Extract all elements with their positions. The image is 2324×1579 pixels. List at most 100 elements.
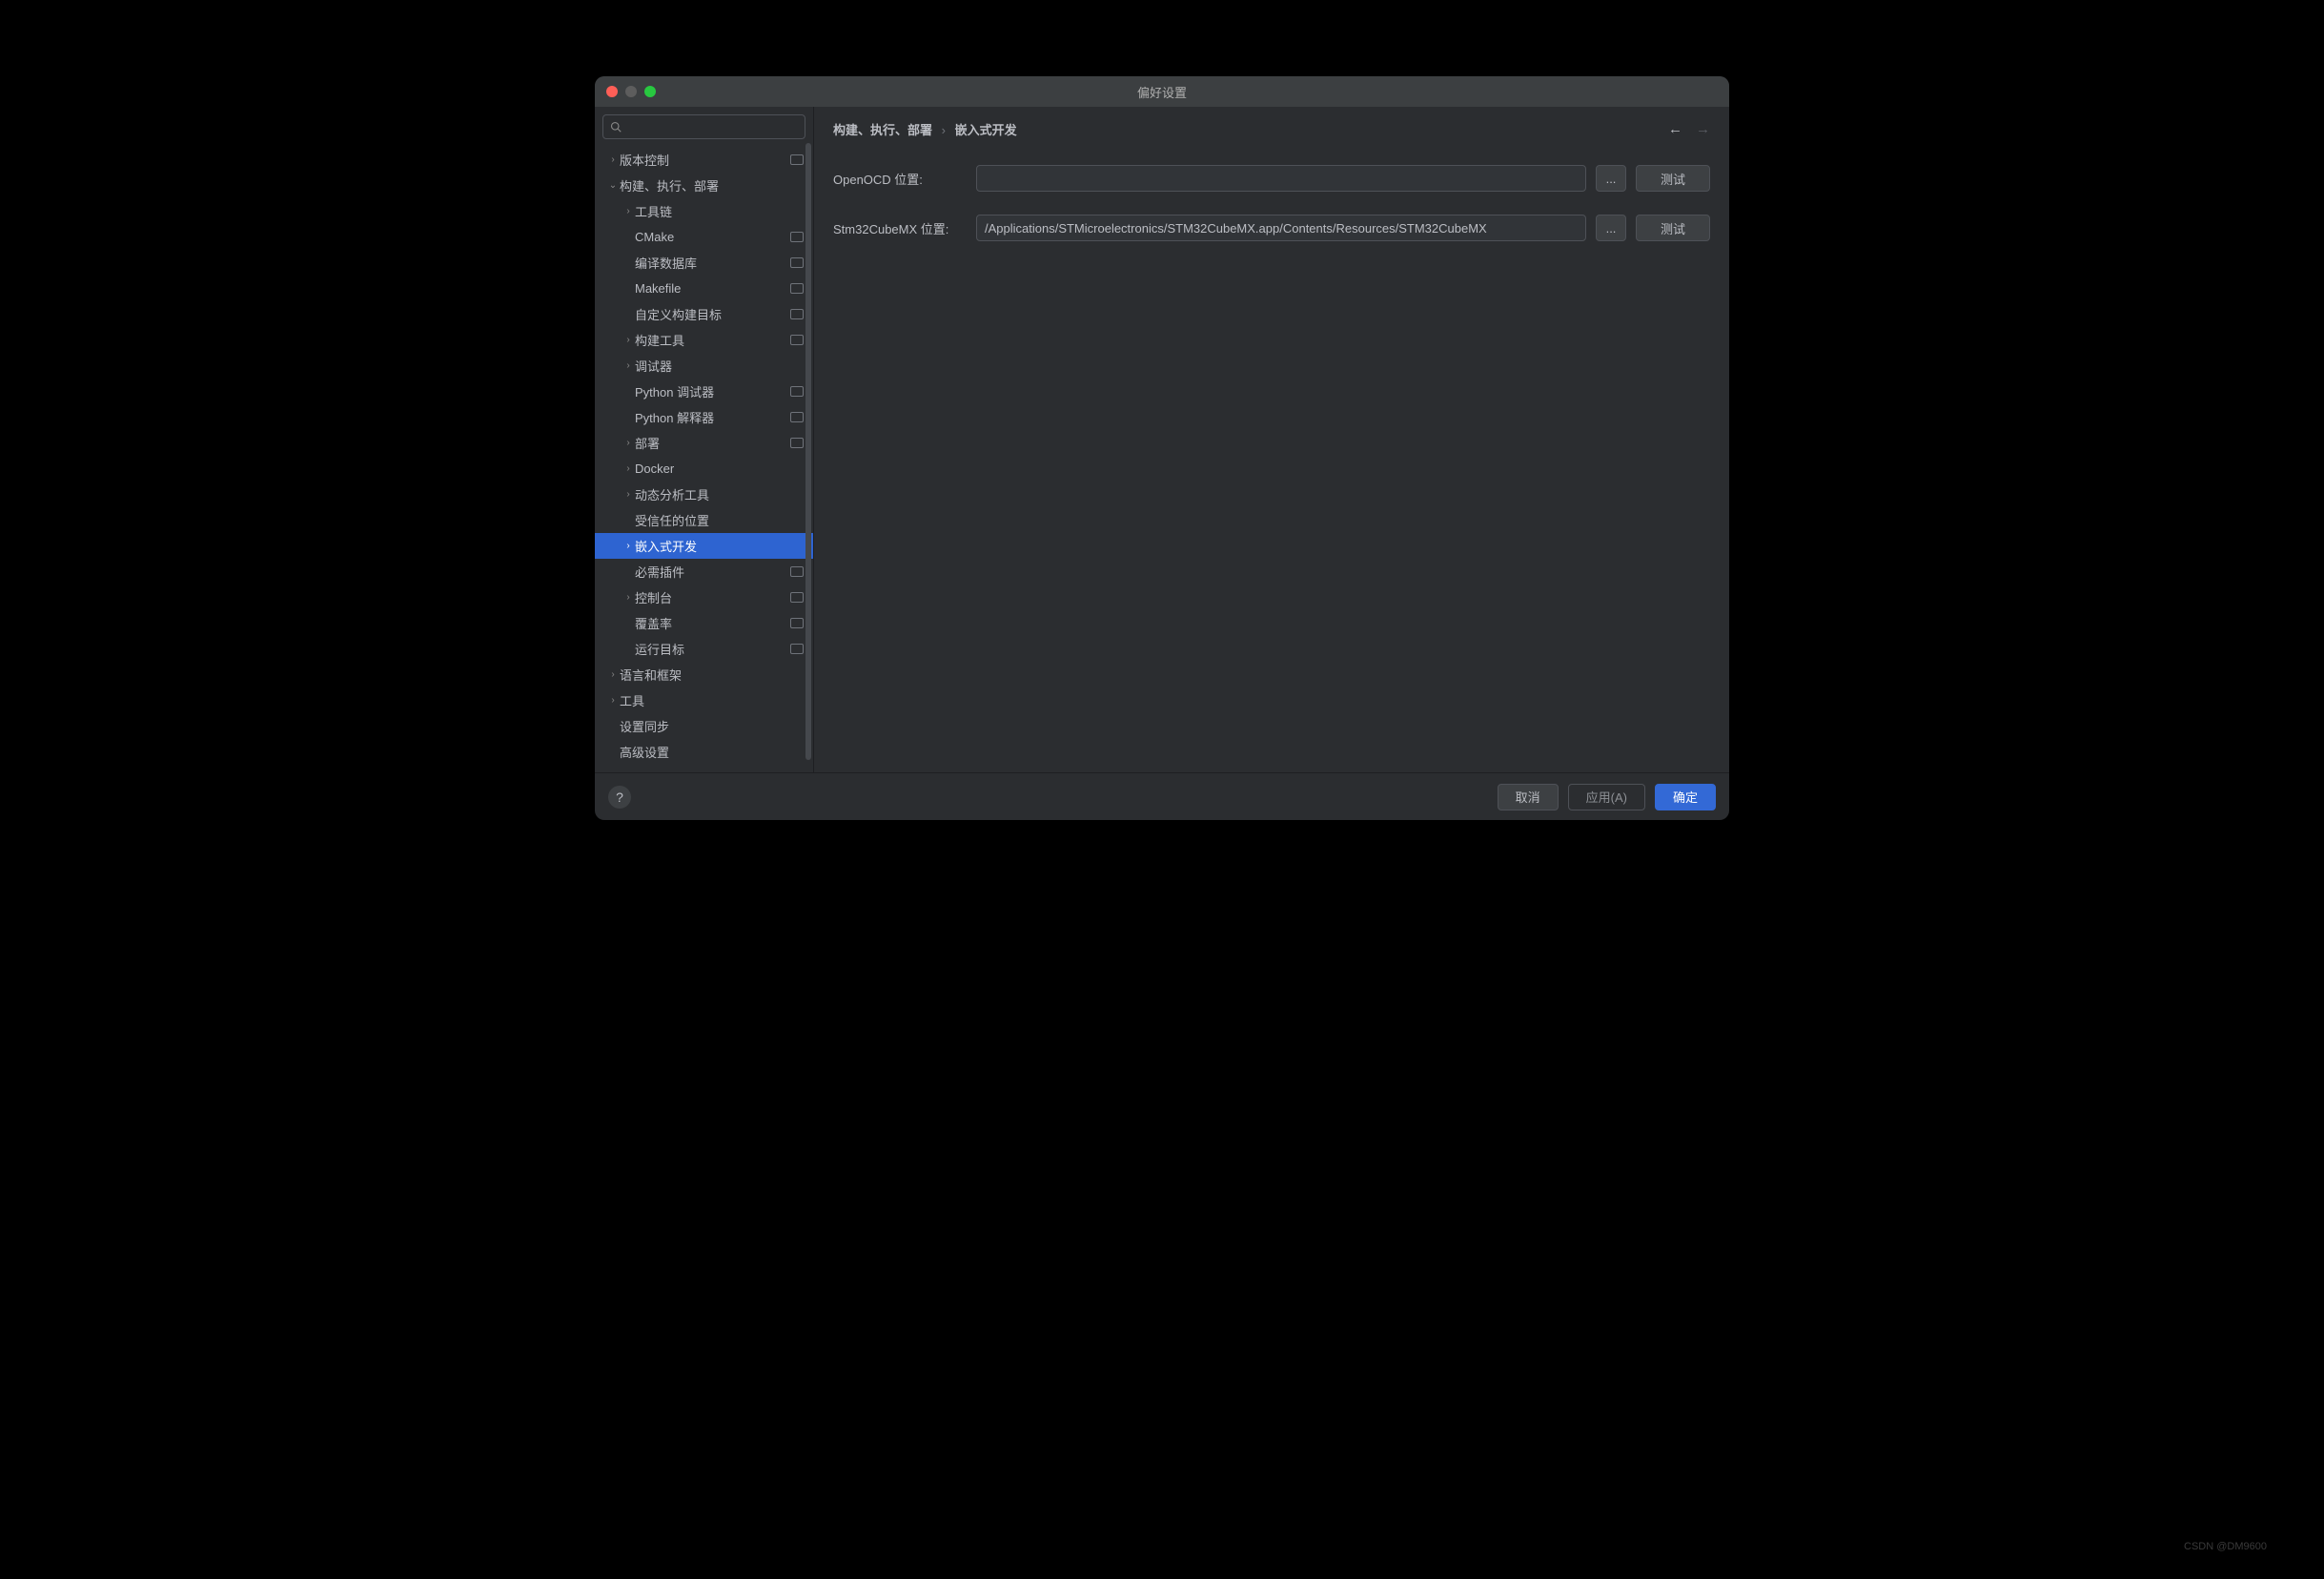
titlebar: 偏好设置 [595,76,1729,107]
sidebar-item[interactable]: ›动态分析工具 [595,482,813,507]
sidebar-item-label: 构建工具 [635,331,684,349]
project-scope-icon [790,592,804,603]
openocd-row: OpenOCD 位置: ... 测试 [833,165,1710,192]
footer: ? 取消 应用(A) 确定 [595,772,1729,820]
apply-button[interactable]: 应用(A) [1568,784,1645,810]
window-body: ›版本控制⌄构建、执行、部署›工具链CMake编译数据库Makefile自定义构… [595,107,1729,772]
nav-back-button[interactable]: ← [1668,121,1682,137]
sidebar-item-label: 工具链 [635,202,672,220]
sidebar-item-label: 编译数据库 [635,254,697,272]
sidebar-item[interactable]: 运行目标 [595,636,813,662]
chevron-right-icon: › [606,669,620,680]
sidebar-item-label: 动态分析工具 [635,485,709,503]
sidebar-item[interactable]: ›语言和框架 [595,662,813,687]
sidebar-item-label: 部署 [635,434,660,452]
chevron-down-icon: ⌄ [606,180,620,191]
sidebar-item[interactable]: ›构建工具 [595,327,813,353]
sidebar-item[interactable]: ›部署 [595,430,813,456]
project-scope-icon [790,644,804,654]
chevron-right-icon: › [606,154,620,165]
cubemx-browse-button[interactable]: ... [1596,215,1626,241]
project-scope-icon [790,154,804,165]
sidebar-item-label: 必需插件 [635,563,684,581]
form-area: OpenOCD 位置: ... 测试 Stm32CubeMX 位置: ... 测… [814,148,1729,281]
project-scope-icon [790,232,804,242]
sidebar-item[interactable]: 高级设置 [595,739,813,765]
sidebar-item[interactable]: ›版本控制 [595,147,813,173]
sidebar-item[interactable]: 设置同步 [595,713,813,739]
sidebar-item[interactable]: CMake [595,224,813,250]
sidebar-item-label: 嵌入式开发 [635,537,697,555]
sidebar-item-label: 构建、执行、部署 [620,176,719,195]
sidebar-item[interactable]: ›调试器 [595,353,813,379]
sidebar-item-label: 受信任的位置 [635,511,709,529]
project-scope-icon [790,335,804,345]
chevron-right-icon: › [622,335,635,345]
sidebar-item-label: 工具 [620,691,644,709]
sidebar-item[interactable]: ›Docker [595,456,813,482]
help-button[interactable]: ? [608,786,631,809]
sidebar-item-label: Makefile [635,281,681,296]
project-scope-icon [790,386,804,397]
sidebar-item[interactable]: Python 调试器 [595,379,813,404]
sidebar-item-label: 自定义构建目标 [635,305,722,323]
sidebar-item[interactable]: ›控制台 [595,584,813,610]
chevron-right-icon: › [622,592,635,603]
sidebar-item[interactable]: Python 解释器 [595,404,813,430]
cubemx-label: Stm32CubeMX 位置: [833,219,967,237]
breadcrumb-row: 构建、执行、部署 › 嵌入式开发 ← → [814,107,1729,148]
sidebar-item-label: Python 调试器 [635,382,714,400]
cubemx-test-button[interactable]: 测试 [1636,215,1710,241]
project-scope-icon [790,309,804,319]
sidebar-item[interactable]: 受信任的位置 [595,507,813,533]
scrollbar[interactable] [805,143,811,760]
sidebar-item-label: CMake [635,230,674,244]
sidebar-item[interactable]: 必需插件 [595,559,813,584]
openocd-test-button[interactable]: 测试 [1636,165,1710,192]
cubemx-input[interactable] [976,215,1586,241]
preferences-window: 偏好设置 ›版本控制⌄构建、执行、部署›工具链CMake编译数据库Makefil… [595,76,1729,820]
chevron-right-icon: › [606,695,620,706]
project-scope-icon [790,618,804,628]
sidebar-item-label: 调试器 [635,357,672,375]
project-scope-icon [790,438,804,448]
breadcrumb-current: 嵌入式开发 [955,123,1017,137]
cubemx-row: Stm32CubeMX 位置: ... 测试 [833,215,1710,241]
close-window-button[interactable] [606,86,618,97]
sidebar-item-label: 控制台 [635,588,672,606]
sidebar-item[interactable]: ›嵌入式开发 [595,533,813,559]
ok-button[interactable]: 确定 [1655,784,1716,810]
openocd-browse-button[interactable]: ... [1596,165,1626,192]
chevron-right-icon: › [622,541,635,551]
sidebar-item[interactable]: 自定义构建目标 [595,301,813,327]
sidebar-item[interactable]: Makefile [595,276,813,301]
chevron-right-icon: › [622,360,635,371]
sidebar-item-label: 版本控制 [620,151,669,169]
openocd-input[interactable] [976,165,1586,192]
maximize-window-button[interactable] [644,86,656,97]
watermark: CSDN @DM9600 [2184,1541,2267,1552]
breadcrumb-parent[interactable]: 构建、执行、部署 [833,123,932,137]
sidebar-item-label: 运行目标 [635,640,684,658]
sidebar-item-label: Docker [635,461,674,476]
sidebar-item[interactable]: 覆盖率 [595,610,813,636]
sidebar-item-label: 高级设置 [620,743,669,761]
chevron-right-icon: › [622,463,635,474]
search-input[interactable] [602,114,805,139]
sidebar: ›版本控制⌄构建、执行、部署›工具链CMake编译数据库Makefile自定义构… [595,107,814,772]
sidebar-item[interactable]: 编译数据库 [595,250,813,276]
sidebar-item[interactable]: ⌄构建、执行、部署 [595,173,813,198]
minimize-window-button[interactable] [625,86,637,97]
project-scope-icon [790,257,804,268]
sidebar-item-label: 设置同步 [620,717,669,735]
settings-tree[interactable]: ›版本控制⌄构建、执行、部署›工具链CMake编译数据库Makefile自定义构… [595,143,813,772]
project-scope-icon [790,412,804,422]
project-scope-icon [790,566,804,577]
chevron-right-icon: › [622,206,635,216]
sidebar-item[interactable]: ›工具链 [595,198,813,224]
sidebar-item[interactable]: ›工具 [595,687,813,713]
breadcrumb: 构建、执行、部署 › 嵌入式开发 [833,120,1017,138]
traffic-lights [595,86,656,97]
cancel-button[interactable]: 取消 [1498,784,1559,810]
main-panel: 构建、执行、部署 › 嵌入式开发 ← → OpenOCD 位置: ... 测试 [814,107,1729,772]
